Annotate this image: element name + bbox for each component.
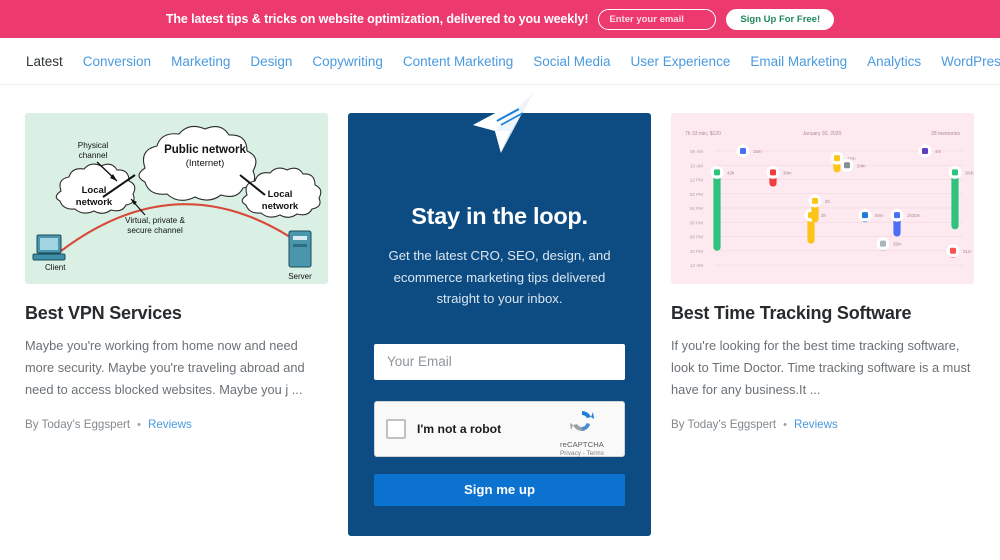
article-excerpt: If you're looking for the best time trac… bbox=[671, 338, 971, 397]
newsletter-title: Stay in the loop. bbox=[411, 203, 588, 229]
newsletter-email-input[interactable] bbox=[374, 343, 625, 380]
recaptcha-privacy-terms[interactable]: Privacy - Terms bbox=[549, 450, 615, 457]
nav-item-conversion[interactable]: Conversion bbox=[83, 54, 151, 69]
chart-header-right: 28 memories bbox=[931, 131, 960, 137]
newsletter-submit-button[interactable]: Sign me up bbox=[374, 473, 625, 506]
recaptcha-checkbox[interactable] bbox=[386, 418, 406, 439]
svg-text:network: network bbox=[76, 197, 113, 208]
svg-text:secure channel: secure channel bbox=[127, 226, 183, 235]
nav-item-copywriting[interactable]: Copywriting bbox=[312, 54, 383, 69]
banner-email-input[interactable] bbox=[598, 8, 717, 30]
paper-plane-icon bbox=[472, 93, 533, 153]
promo-banner-text: The latest tips & tricks on website opti… bbox=[165, 12, 589, 26]
recaptcha-branding: reCAPTCHA Privacy - Terms bbox=[549, 408, 615, 457]
svg-text:12 AM: 12 AM bbox=[690, 263, 703, 268]
svg-text:Server: Server bbox=[288, 272, 312, 281]
article-thumbnail-vpn[interactable]: Public network (Internet) Local network … bbox=[25, 113, 328, 284]
recaptcha-brand-name: reCAPTCHA bbox=[560, 439, 604, 449]
svg-text:1h30m: 1h30m bbox=[907, 213, 921, 218]
nav-item-analytics[interactable]: Analytics bbox=[867, 54, 921, 69]
nav-item-design[interactable]: Design bbox=[250, 54, 292, 69]
article-title[interactable]: Best VPN Services bbox=[25, 303, 328, 324]
article-thumbnail-time-tracking[interactable]: 7h 33 min, $120 January 30, 2020 28 memo… bbox=[671, 113, 974, 284]
svg-text:Public network: Public network bbox=[164, 144, 246, 156]
article-excerpt: Maybe you're working from home now and n… bbox=[25, 338, 305, 397]
svg-text:Physical: Physical bbox=[78, 141, 109, 150]
nav-item-content-marketing[interactable]: Content Marketing bbox=[403, 54, 513, 69]
newsletter-column: Stay in the loop. Get the latest CRO, SE… bbox=[348, 93, 651, 536]
svg-text:3h30m: 3h30m bbox=[965, 170, 974, 175]
nav-item-wordpress[interactable]: WordPress bbox=[941, 54, 1000, 69]
meta-separator: • bbox=[783, 418, 787, 431]
svg-text:10 AM: 10 AM bbox=[690, 163, 703, 168]
svg-text:Client: Client bbox=[45, 263, 66, 272]
svg-text:24m: 24m bbox=[857, 163, 866, 168]
article-category-link[interactable]: Reviews bbox=[794, 418, 838, 431]
article-card-vpn[interactable]: Public network (Internet) Local network … bbox=[25, 113, 328, 536]
svg-text:Local: Local bbox=[82, 185, 107, 196]
recaptcha-icon bbox=[570, 410, 594, 431]
svg-text:02 PM: 02 PM bbox=[690, 192, 703, 197]
article-card-time-tracking[interactable]: 7h 33 min, $120 January 30, 2020 28 memo… bbox=[671, 113, 974, 536]
chart-y-tick-labels: 08 AM 10 AM 12 PM 02 PM 04 PM 06 PM 08 PM 10 PM… bbox=[690, 149, 703, 268]
newsletter-panel: Stay in the loop. Get the latest CRO, SE… bbox=[348, 93, 651, 536]
svg-text:08 PM: 08 PM bbox=[690, 235, 703, 240]
svg-text:42h: 42h bbox=[727, 170, 735, 175]
chart-title: January 30, 2020 bbox=[803, 131, 842, 137]
svg-text:channel: channel bbox=[79, 151, 108, 160]
nav-item-user-experience[interactable]: User Experience bbox=[631, 54, 731, 69]
recaptcha-label: I'm not a robot bbox=[417, 421, 502, 436]
chart-header-left: 7h 33 min, $120 bbox=[685, 131, 721, 137]
svg-text:2h: 2h bbox=[825, 199, 830, 204]
newsletter-subtitle: Get the latest CRO, SEO, design, and eco… bbox=[388, 248, 611, 307]
svg-text:04 PM: 04 PM bbox=[690, 206, 703, 211]
article-meta: By Today's Eggspert • Reviews bbox=[671, 418, 974, 431]
nav-item-marketing[interactable]: Marketing bbox=[171, 54, 230, 69]
svg-text:4m: 4m bbox=[935, 149, 941, 154]
svg-text:10 PM: 10 PM bbox=[690, 249, 703, 254]
svg-text:(Internet): (Internet) bbox=[186, 158, 225, 169]
recaptcha-widget[interactable]: I'm not a robot reCAPTCHA Privacy - Term… bbox=[374, 400, 625, 457]
svg-text:15m: 15m bbox=[753, 149, 762, 154]
article-category-link[interactable]: Reviews bbox=[148, 418, 192, 431]
svg-text:21m: 21m bbox=[963, 249, 972, 254]
svg-text:35m: 35m bbox=[893, 242, 902, 247]
nav-item-email-marketing[interactable]: Email Marketing bbox=[750, 54, 847, 69]
svg-text:50m: 50m bbox=[875, 213, 884, 218]
meta-separator: • bbox=[137, 418, 141, 431]
time-tracking-chart-svg: 7h 33 min, $120 January 30, 2020 28 memo… bbox=[671, 113, 974, 284]
category-nav: Latest Conversion Marketing Design Copyw… bbox=[0, 38, 1000, 85]
article-meta: By Today's Eggspert • Reviews bbox=[25, 418, 328, 431]
svg-text:06 PM: 06 PM bbox=[690, 220, 703, 225]
article-grid: Public network (Internet) Local network … bbox=[0, 85, 1000, 536]
svg-text:network: network bbox=[262, 201, 299, 212]
article-title[interactable]: Best Time Tracking Software bbox=[671, 303, 974, 324]
svg-text:Virtual, private &: Virtual, private & bbox=[125, 216, 185, 225]
svg-text:12 PM: 12 PM bbox=[690, 178, 703, 183]
nav-item-latest[interactable]: Latest bbox=[26, 54, 63, 69]
article-author: By Today's Eggspert bbox=[671, 418, 777, 431]
article-author: By Today's Eggspert bbox=[25, 418, 131, 431]
nav-item-social-media[interactable]: Social Media bbox=[533, 54, 610, 69]
banner-signup-button[interactable]: Sign Up For Free! bbox=[726, 8, 835, 30]
svg-text:08 AM: 08 AM bbox=[690, 149, 703, 154]
vpn-diagram-svg: Public network (Internet) Local network … bbox=[25, 113, 328, 284]
svg-text:Local: Local bbox=[268, 189, 293, 200]
svg-text:30m: 30m bbox=[783, 170, 792, 175]
svg-text:3h: 3h bbox=[821, 213, 826, 218]
promo-banner: The latest tips & tricks on website opti… bbox=[0, 0, 1000, 38]
